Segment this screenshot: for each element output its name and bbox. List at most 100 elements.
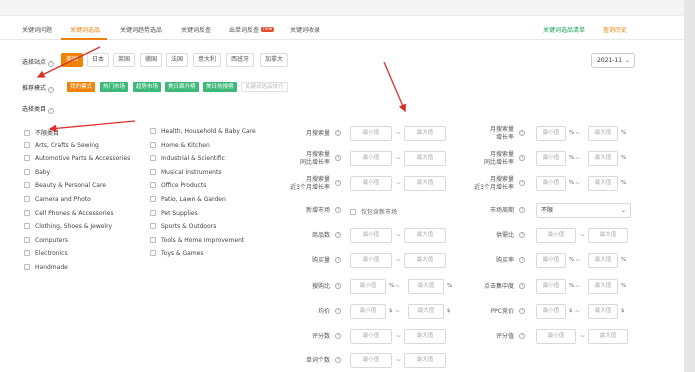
max-input[interactable]: 最大值 <box>588 228 628 243</box>
help-icon[interactable]: ? <box>519 180 525 186</box>
new-market-checkbox[interactable]: 仅包含新市场 <box>350 207 397 216</box>
checkbox[interactable] <box>24 141 30 148</box>
max-input[interactable]: 最大值 <box>408 279 444 294</box>
help-icon[interactable]: ? <box>48 87 55 93</box>
mode-hot-market[interactable]: 热门市场 <box>100 82 129 92</box>
tab-keyword-product-selection[interactable]: 关键词选品 <box>70 25 100 34</box>
category-item[interactable]: Computers <box>24 236 68 244</box>
checkbox[interactable] <box>150 236 156 243</box>
help-icon[interactable]: ? <box>519 130 525 136</box>
help-icon[interactable]: ? <box>335 357 341 363</box>
checkbox[interactable] <box>24 209 30 216</box>
category-item[interactable]: Home & Kitchen <box>150 141 210 149</box>
min-input[interactable]: 最小值 <box>350 279 386 294</box>
checkbox[interactable] <box>150 196 156 202</box>
help-icon[interactable]: ? <box>519 232 525 238</box>
query-history-link[interactable]: 查询历史 <box>603 25 627 34</box>
site-ca[interactable]: 加拿大 <box>260 53 289 67</box>
min-input[interactable]: 最小值 <box>350 176 392 191</box>
min-input[interactable]: 最小值 <box>350 253 392 268</box>
max-input[interactable]: 最大值 <box>588 253 618 268</box>
checkbox[interactable] <box>24 196 30 202</box>
max-input[interactable]: 最大值 <box>404 353 446 368</box>
tab-keyword-questions[interactable]: 关键词问题 <box>22 25 52 34</box>
category-item[interactable]: Industrial & Scientific <box>150 155 225 162</box>
category-item[interactable]: Arts, Crafts & Sewing <box>24 141 99 149</box>
min-input[interactable]: 最小值 <box>350 304 386 319</box>
help-icon[interactable]: ? <box>519 283 525 289</box>
site-jp[interactable]: 日本 <box>87 53 110 67</box>
max-input[interactable]: 最大值 <box>408 304 444 319</box>
month-select[interactable]: 2021-11 ⌄ <box>591 53 635 68</box>
tab-keyword-indexing[interactable]: 关键词收录 <box>290 25 320 34</box>
help-icon[interactable]: ? <box>519 333 525 339</box>
category-item[interactable]: 不限类目 <box>24 128 59 137</box>
help-icon[interactable]: ? <box>335 257 341 263</box>
mode-trend-market[interactable]: 趋势市场 <box>133 82 162 92</box>
site-it[interactable]: 意大利 <box>193 53 222 67</box>
min-input[interactable]: 最小值 <box>536 279 566 294</box>
site-uk[interactable]: 英国 <box>113 53 136 67</box>
checkbox[interactable] <box>24 236 30 243</box>
checkbox[interactable] <box>150 209 156 216</box>
category-item[interactable]: Musical Instruments <box>150 168 221 176</box>
checkbox[interactable] <box>24 223 30 230</box>
category-item[interactable]: Pet Supplies <box>150 209 198 217</box>
max-input[interactable]: 最大值 <box>588 279 618 294</box>
max-input[interactable]: 最大值 <box>588 304 618 319</box>
help-icon[interactable]: ? <box>335 333 341 339</box>
min-input[interactable]: 最小值 <box>536 126 566 141</box>
help-icon[interactable]: ? <box>519 155 525 161</box>
market-cycle-select[interactable]: 不限 ⌄ <box>536 203 631 218</box>
max-input[interactable]: 最大值 <box>404 228 446 243</box>
category-item[interactable]: Cell Phones & Accessories <box>24 209 114 217</box>
help-icon[interactable]: ? <box>335 130 341 136</box>
min-input[interactable]: 最小值 <box>536 329 576 344</box>
checkbox[interactable] <box>350 209 356 215</box>
category-item[interactable]: Electronics <box>24 250 68 257</box>
help-icon[interactable]: ? <box>335 155 341 161</box>
help-icon[interactable]: ? <box>48 61 55 67</box>
mode-rising-rank[interactable]: 美日飙升榜 <box>165 82 199 92</box>
min-input[interactable]: 最小值 <box>350 329 392 344</box>
mode-tips[interactable]: 关键词选品技巧 <box>241 82 288 92</box>
min-input[interactable]: 最小值 <box>536 151 566 166</box>
max-input[interactable]: 最大值 <box>404 329 446 344</box>
help-icon[interactable]: ? <box>335 232 341 238</box>
help-icon[interactable]: ? <box>48 108 55 114</box>
max-input[interactable]: 最大值 <box>588 329 628 344</box>
help-icon[interactable]: ? <box>519 257 525 263</box>
min-input[interactable]: 最小值 <box>536 304 566 319</box>
category-item[interactable]: Handmade <box>24 264 68 271</box>
checkbox[interactable] <box>150 141 156 148</box>
checkbox[interactable] <box>24 155 30 162</box>
site-de[interactable]: 德国 <box>140 53 163 67</box>
checkbox[interactable] <box>24 130 30 136</box>
checkbox[interactable] <box>150 223 156 230</box>
help-icon[interactable]: ? <box>519 207 525 213</box>
tab-keyword-reverse-lookup[interactable]: 关键词反查 <box>181 25 211 34</box>
checkbox[interactable] <box>24 264 30 270</box>
checkbox[interactable] <box>24 250 30 257</box>
checkbox[interactable] <box>150 182 156 189</box>
max-input[interactable]: 最大值 <box>588 126 618 141</box>
min-input[interactable]: 最小值 <box>536 176 566 191</box>
max-input[interactable]: 最大值 <box>404 151 446 166</box>
max-input[interactable]: 最大值 <box>588 176 618 191</box>
mode-hot-search-rank[interactable]: 美日热搜榜 <box>203 82 237 92</box>
category-item[interactable]: Health, Household & Baby Care <box>150 128 256 135</box>
min-input[interactable]: 最小值 <box>350 228 392 243</box>
min-input[interactable]: 最小值 <box>350 151 392 166</box>
mode-my-mode[interactable]: 我的模式 <box>67 82 96 92</box>
checkbox[interactable] <box>24 182 30 189</box>
category-item[interactable]: Sports & Outdoors <box>150 223 216 230</box>
max-input[interactable]: 最大值 <box>404 253 446 268</box>
help-icon[interactable]: ? <box>335 283 341 289</box>
site-es[interactable]: 西班牙 <box>226 53 255 67</box>
max-input[interactable]: 最大值 <box>588 151 618 166</box>
help-icon[interactable]: ? <box>335 308 341 314</box>
site-fr[interactable]: 法国 <box>166 53 189 67</box>
min-input[interactable]: 最小值 <box>536 228 576 243</box>
tab-keyword-trend-selection[interactable]: 关键词趋势选品 <box>120 25 162 34</box>
category-item[interactable]: Automotive Parts & Accessories <box>24 155 130 162</box>
